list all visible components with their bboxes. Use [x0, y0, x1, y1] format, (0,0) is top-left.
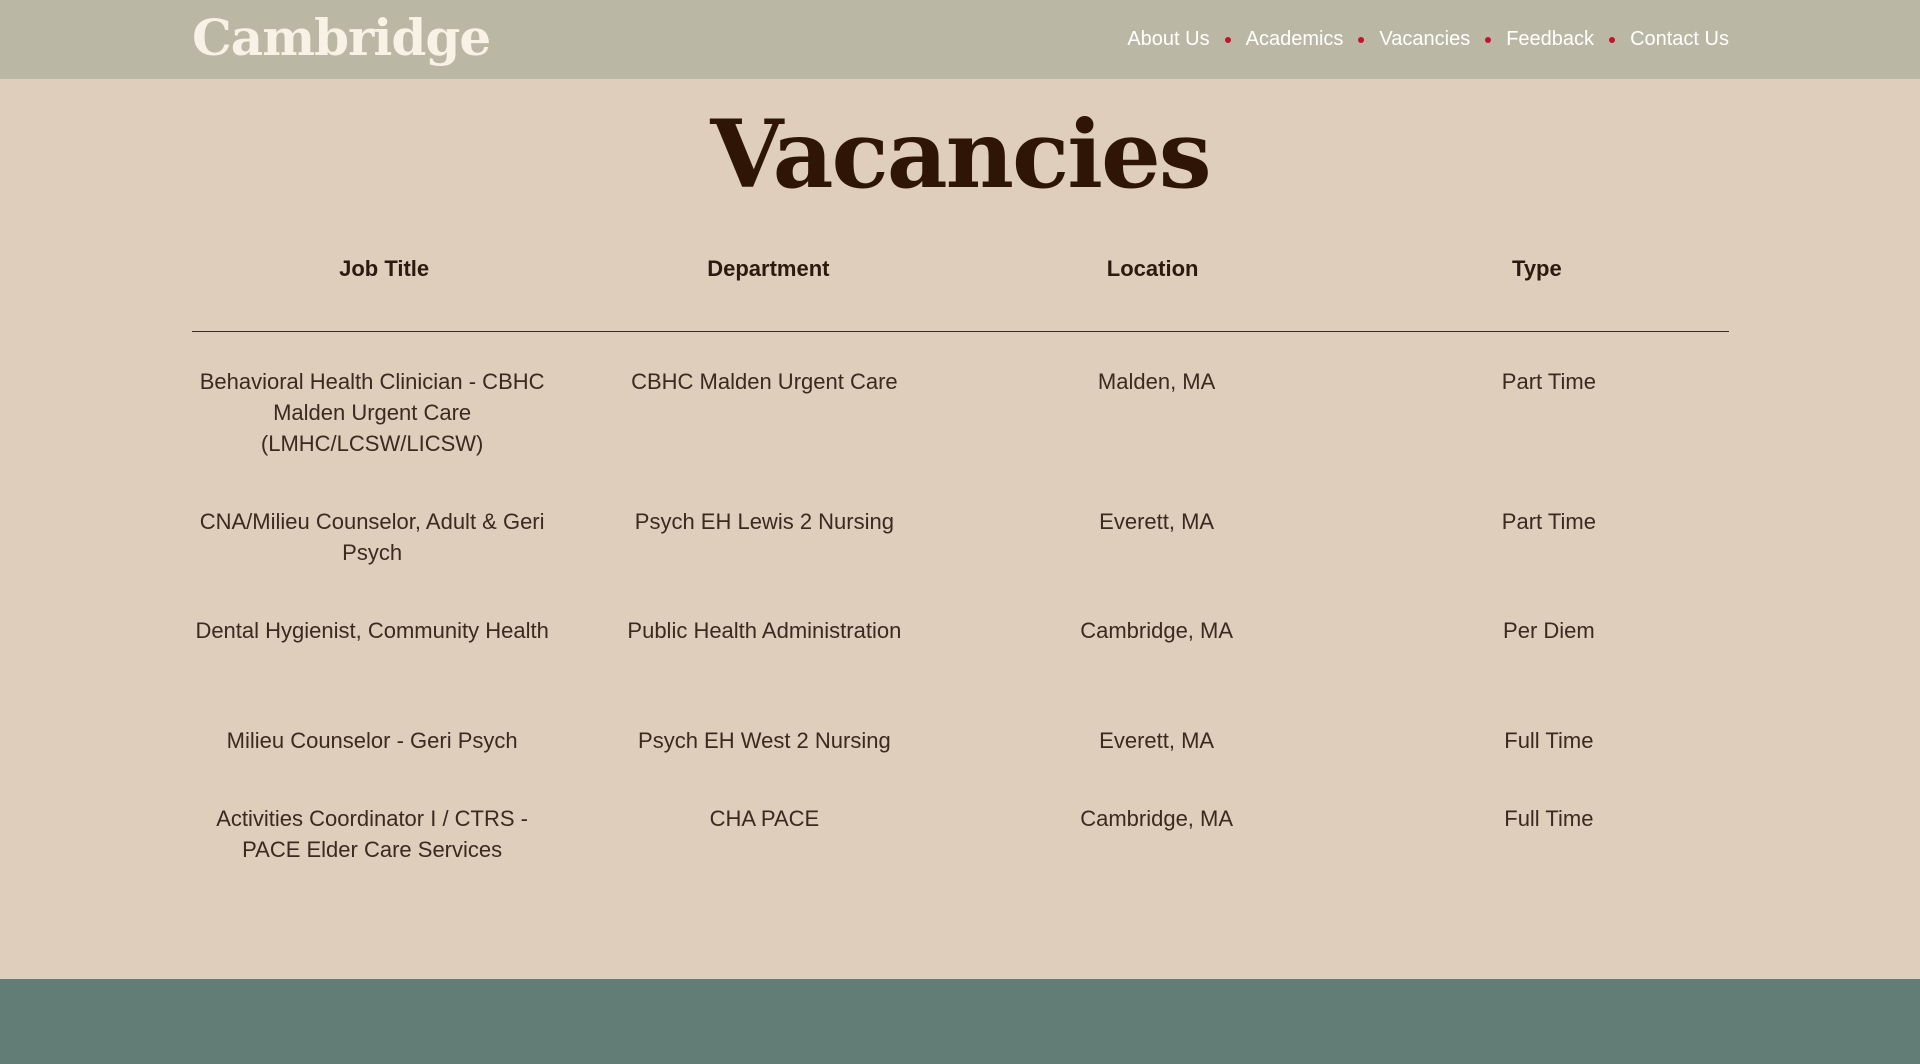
cell-job-title[interactable]: CNA/Milieu Counselor, Adult & Geri Psych	[180, 506, 564, 615]
cell-type: Part Time	[1501, 369, 1596, 394]
cell-location: Cambridge, MA	[1080, 806, 1234, 831]
cell-job-title[interactable]: Behavioral Health Clinician - CBHC Malde…	[180, 366, 564, 506]
cell-department: Psych EH West 2 Nursing	[638, 728, 891, 753]
cell-type: Full Time	[1504, 728, 1594, 753]
cell-department: CBHC Malden Urgent Care	[631, 369, 898, 394]
nav-academics[interactable]: Academics	[1246, 28, 1344, 51]
cell-department: Public Health Administration	[627, 618, 902, 643]
cell-type: Per Diem	[1503, 618, 1595, 643]
nav-contact-us[interactable]: Contact Us	[1630, 28, 1729, 51]
table-row: Activities Coordinator I / CTRS - PACE E…	[192, 803, 1729, 883]
table-header: Job Title Department Location Type	[192, 248, 1729, 332]
nav-about-us[interactable]: About Us	[1127, 28, 1209, 51]
table-body: Behavioral Health Clinician - CBHC Malde…	[192, 332, 1729, 883]
main-nav: About Us Academics Vacancies Feedback Co…	[1127, 0, 1729, 79]
table-row: Behavioral Health Clinician - CBHC Malde…	[192, 366, 1729, 506]
nav-vacancies[interactable]: Vacancies	[1379, 28, 1470, 51]
top-bar: Cambridge About Us Academics Vacancies F…	[0, 0, 1920, 79]
footer	[0, 979, 1920, 1064]
column-header-job-title: Job Title	[339, 256, 430, 281]
nav-separator-dot	[1224, 36, 1231, 43]
cell-job-title[interactable]: Dental Hygienist, Community Health	[180, 615, 564, 725]
cell-location: Everett, MA	[1099, 728, 1215, 753]
cell-department: CHA PACE	[709, 806, 820, 831]
column-header-department: Department	[707, 256, 830, 281]
table-row: Dental Hygienist, Community Health Publi…	[192, 615, 1729, 725]
vacancies-table: Job Title Department Location Type Behav…	[192, 248, 1729, 883]
table-row: Milieu Counselor - Geri Psych Psych EH W…	[192, 725, 1729, 803]
column-header-type: Type	[1512, 256, 1562, 281]
cell-job-title[interactable]: Activities Coordinator I / CTRS - PACE E…	[180, 803, 564, 883]
table-row: CNA/Milieu Counselor, Adult & Geri Psych…	[192, 506, 1729, 615]
cell-type: Full Time	[1504, 806, 1594, 831]
nav-feedback[interactable]: Feedback	[1506, 28, 1594, 51]
cell-job-title[interactable]: Milieu Counselor - Geri Psych	[180, 725, 564, 803]
site-logo[interactable]: Cambridge	[192, 8, 491, 67]
cell-type: Part Time	[1501, 509, 1596, 534]
nav-separator-dot	[1358, 36, 1365, 43]
cell-department: Psych EH Lewis 2 Nursing	[634, 509, 894, 534]
page-title: Vacancies	[710, 100, 1211, 210]
nav-separator-dot	[1485, 36, 1492, 43]
column-header-location: Location	[1106, 256, 1199, 281]
cell-location: Cambridge, MA	[1080, 618, 1234, 643]
cell-location: Malden, MA	[1097, 369, 1216, 394]
nav-separator-dot	[1609, 36, 1616, 43]
cell-location: Everett, MA	[1099, 509, 1215, 534]
